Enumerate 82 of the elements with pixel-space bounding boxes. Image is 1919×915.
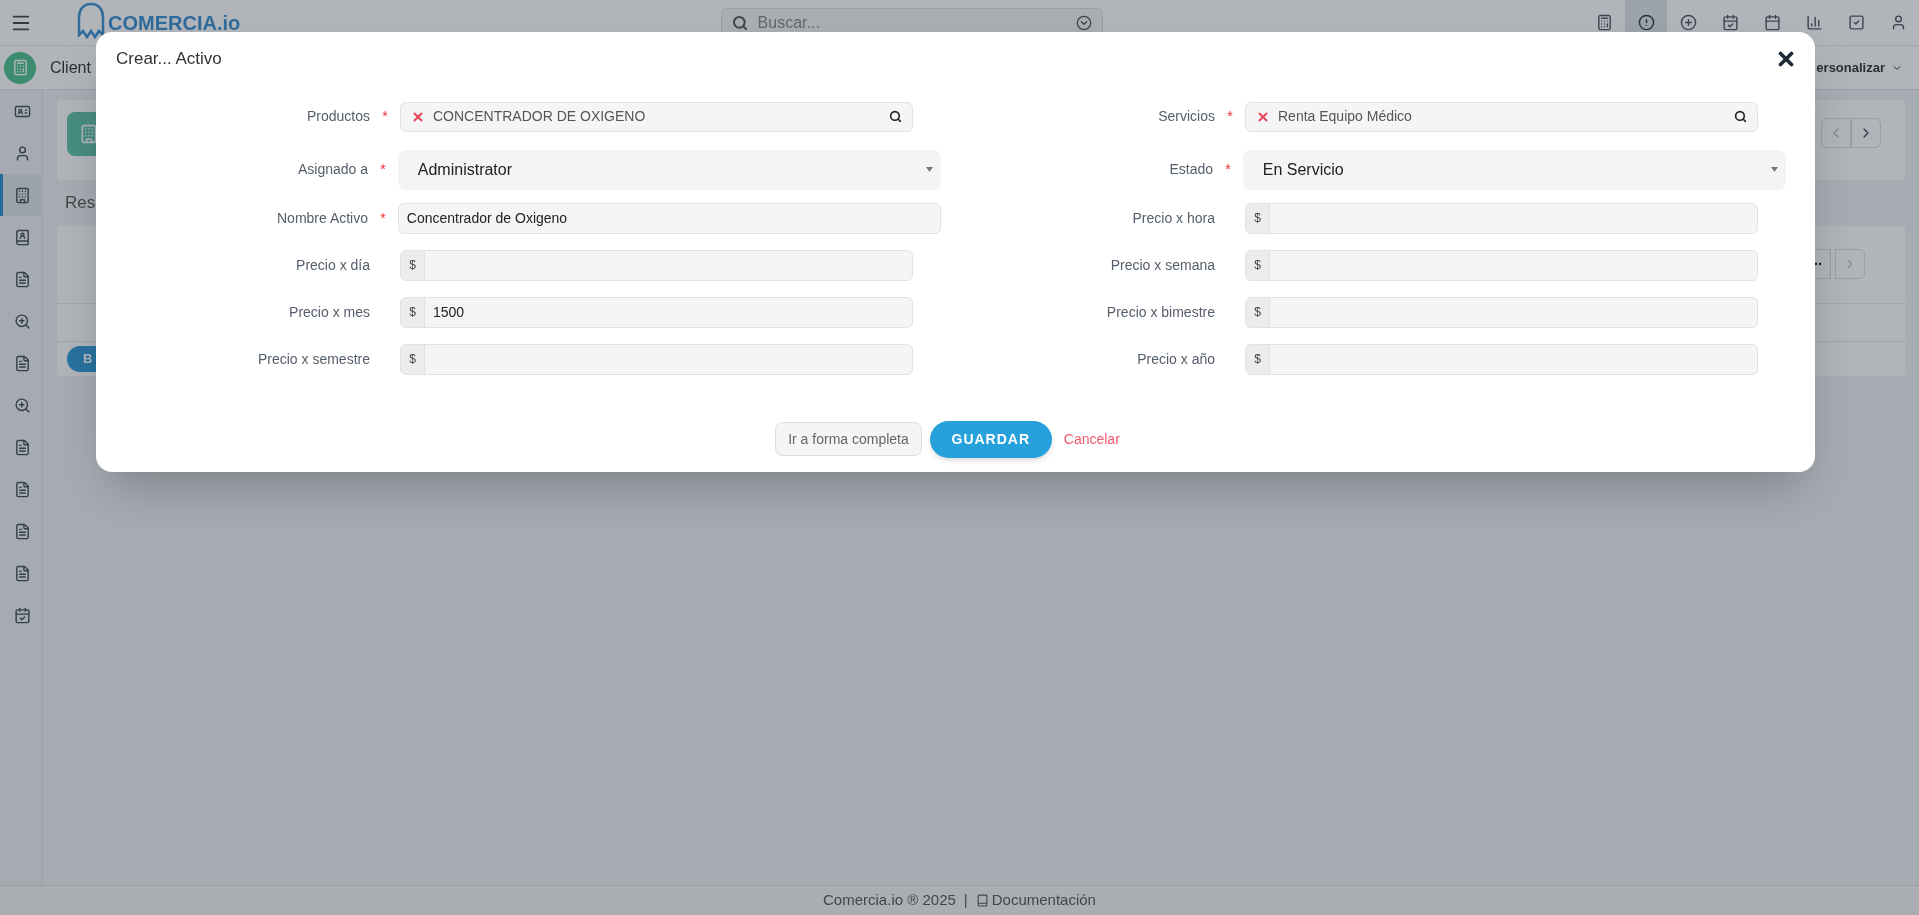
cash-register-icon — [1595, 14, 1613, 31]
money-field[interactable]: $ — [1245, 343, 1758, 375]
money-field[interactable]: $ 1500 — [400, 296, 913, 328]
remove-icon — [411, 109, 425, 124]
field-label: Productos — [305, 107, 370, 126]
breadcrumb: Client — [50, 57, 91, 78]
field-label: Asignado a — [296, 160, 368, 179]
field-label: Precio x mes — [288, 302, 370, 322]
lookup-field[interactable]: CONCENTRADOR DE OXIGENO — [400, 101, 913, 132]
magnifier-icon — [14, 396, 31, 414]
field-value: En Servicio — [1262, 159, 1345, 180]
field-value: Concentrador de Oxigeno — [406, 208, 568, 228]
document-icon — [14, 522, 31, 540]
separator: | — [963, 890, 968, 911]
text-field[interactable]: Concentrador de Oxigeno — [397, 202, 941, 234]
field-label: Precio x día — [295, 255, 370, 275]
required-mark: * — [380, 208, 386, 228]
add-icon — [1679, 14, 1697, 31]
user-icon — [14, 144, 31, 162]
field-label: Precio x bimestre — [1105, 302, 1215, 322]
dropdown-arrow-icon — [926, 167, 933, 172]
document-icon — [14, 564, 31, 582]
dropdown-arrow-icon — [1771, 167, 1778, 172]
field-label: Estado — [1168, 160, 1213, 179]
documentation-link[interactable]: Documentación — [975, 889, 1096, 912]
field-label: Precio x semestre — [256, 349, 370, 369]
brand-name: COMERCIA.io — [108, 10, 241, 36]
search-icon — [731, 14, 748, 31]
field-label: Servicios — [1157, 107, 1215, 126]
modal-title: Crear... Activo — [116, 48, 222, 70]
field-label: Nombre Activo — [276, 208, 369, 228]
money-field[interactable]: $ — [1245, 249, 1758, 281]
required-mark: * — [382, 107, 388, 126]
book-icon — [975, 894, 989, 907]
full-form-button[interactable]: Ir a forma completa — [775, 422, 922, 456]
alert-icon — [1637, 14, 1655, 31]
select-field[interactable]: Administrator — [397, 149, 941, 190]
document-icon — [14, 270, 31, 288]
money-field[interactable]: $ — [400, 343, 913, 375]
currency-prefix: $ — [401, 297, 425, 327]
field-label: Precio x semana — [1109, 255, 1215, 275]
customize-menu[interactable]: ersonalizar — [1816, 57, 1903, 78]
required-mark: * — [1227, 107, 1233, 126]
field-value: Renta Equipo Médico — [1278, 107, 1413, 126]
calendar-check-icon — [1721, 14, 1739, 31]
money-field[interactable]: $ — [1245, 296, 1758, 328]
field-label: Precio x año — [1136, 349, 1215, 369]
currency-prefix: $ — [1246, 203, 1270, 233]
contact-book-icon — [14, 228, 31, 246]
required-mark: * — [380, 160, 386, 179]
bar-chart-icon — [1805, 14, 1823, 31]
remove-icon — [1256, 109, 1270, 124]
document-icon — [14, 480, 31, 498]
field-value: 1500 — [432, 302, 465, 322]
currency-prefix: $ — [401, 344, 425, 374]
building-icon — [14, 186, 31, 204]
search-placeholder: Buscar... — [757, 12, 821, 33]
search-icon — [889, 110, 902, 123]
document-icon — [14, 438, 31, 456]
checkbox-icon — [1847, 14, 1865, 31]
currency-prefix: $ — [401, 250, 425, 280]
next-button[interactable] — [1851, 118, 1881, 148]
currency-prefix: $ — [1246, 250, 1270, 280]
magnifier-icon — [14, 312, 31, 330]
money-field[interactable]: $ — [1245, 202, 1758, 234]
required-mark: * — [1225, 160, 1231, 179]
currency-prefix: $ — [1246, 297, 1270, 327]
currency-prefix: $ — [1246, 344, 1270, 374]
money-field[interactable]: $ — [400, 249, 913, 281]
field-label: Precio x hora — [1131, 208, 1215, 228]
search-icon — [1734, 110, 1747, 123]
select-field[interactable]: En Servicio — [1242, 149, 1786, 190]
document-icon — [14, 354, 31, 372]
copyright: Comercia.io ® 2025 — [823, 890, 956, 911]
field-value: CONCENTRADOR DE OXIGENO — [433, 107, 647, 126]
chevron-down-icon[interactable] — [1075, 14, 1092, 31]
lookup-field[interactable]: Renta Equipo Médico — [1245, 101, 1758, 132]
field-value: Administrator — [417, 159, 514, 180]
calendar-check-icon — [14, 606, 31, 624]
calendar-icon — [1763, 14, 1781, 31]
sidebar-item[interactable] — [0, 174, 42, 216]
cash-register-icon — [11, 59, 29, 76]
